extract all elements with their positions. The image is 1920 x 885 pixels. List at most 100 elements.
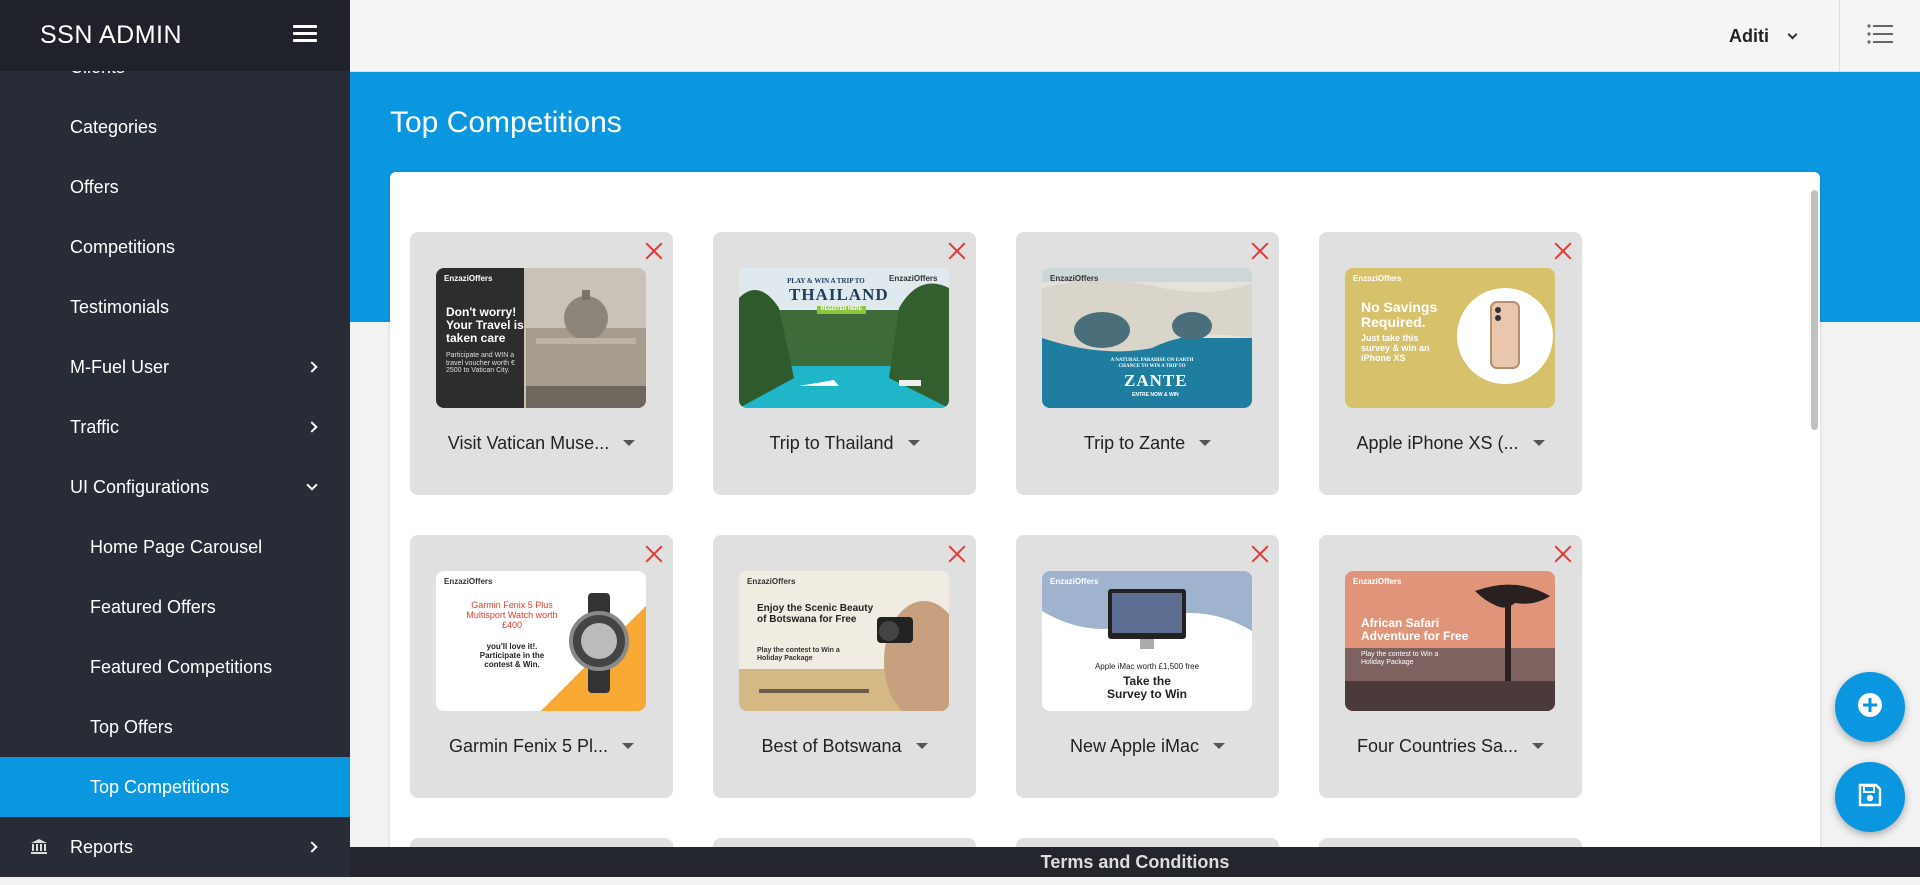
competition-card[interactable]: EnzaziOffers African Safari Adventure fo… — [1319, 535, 1582, 798]
brand-logo: SSN ADMIN — [40, 21, 183, 49]
sidebar-item-label: Top Competitions — [90, 776, 230, 797]
sidebar-item-traffic[interactable]: Traffic — [0, 397, 350, 457]
competition-card[interactable]: EnzaziOffers Don't worry! Your Travel is… — [410, 232, 673, 495]
sidebar-item-top-offers[interactable]: Top Offers — [0, 697, 350, 757]
competition-select[interactable]: Trip to Thailand — [713, 428, 976, 458]
caret-down-icon — [1532, 743, 1545, 749]
user-menu[interactable]: Aditi — [1729, 0, 1816, 72]
bank-icon — [30, 838, 48, 856]
sidebar-item-categories[interactable]: Categories — [0, 97, 350, 157]
sidebar-item-ui-configurations[interactable]: UI Configurations — [0, 457, 350, 517]
sidebar-item-label: Featured Competitions — [90, 656, 273, 677]
sidebar-item-label: Top Offers — [90, 716, 173, 737]
competition-select[interactable]: Trip to Zante — [1016, 428, 1279, 458]
banner-headline: No Savings Required. — [1361, 299, 1438, 331]
caret-down-icon — [623, 440, 636, 446]
watch-graphic — [569, 593, 629, 693]
sidebar-item-reports[interactable]: Reports — [0, 817, 350, 877]
sidebar-item-label: Competitions — [70, 236, 176, 257]
terms-link[interactable]: Terms and Conditions — [1041, 852, 1230, 873]
banner-body: THAILAND — [789, 285, 889, 304]
sidebar-item-label: Reports — [70, 836, 134, 857]
banner-body: ZANTE — [1124, 371, 1188, 390]
competition-card[interactable]: EnzaziOffers Apple iMac worth £1,500 fre… — [1016, 535, 1279, 798]
competition-select[interactable]: Four Countries Sa... — [1319, 731, 1582, 761]
banner-body: Just take this survey & win an iPhone XS — [1361, 333, 1430, 363]
caret-down-icon — [622, 743, 635, 749]
competition-select[interactable]: Visit Vatican Muse... — [410, 428, 673, 458]
competition-card[interactable]: EnzaziOffers A NATURAL PARADISE ON EARTH… — [1016, 232, 1279, 495]
competition-select[interactable]: Best of Botswana — [713, 731, 976, 761]
close-icon[interactable] — [643, 543, 665, 565]
banner-headline: Apple iMac worth £1,500 free — [1094, 662, 1200, 671]
banner-cta: REGISTER HERE — [817, 306, 866, 314]
close-icon[interactable] — [643, 240, 665, 262]
sidebar-item-top-competitions[interactable]: Top Competitions — [0, 757, 350, 817]
competition-select[interactable]: Apple iPhone XS (... — [1319, 428, 1582, 458]
competition-card[interactable]: EnzaziOffers Enjoy the Scenic Beauty of … — [713, 535, 976, 798]
competition-card[interactable]: EnzaziOffers PLAY & WIN A TRIP TO THAILA… — [713, 232, 976, 495]
close-icon[interactable] — [1552, 240, 1574, 262]
banner-headline: A NATURAL PARADISE ON EARTH CHANCE TO WI… — [1110, 358, 1194, 369]
sidebar-item-label: Featured Offers — [90, 596, 216, 617]
sidebar-item-mfuel-user[interactable]: M-Fuel User — [0, 337, 350, 397]
header-divider — [1839, 0, 1840, 72]
chevron-right-icon — [306, 841, 318, 853]
sidebar-item-label: Traffic — [70, 416, 120, 437]
caret-down-icon — [907, 440, 920, 446]
competition-banner: EnzaziOffers African Safari Adventure fo… — [1345, 571, 1555, 711]
competition-card[interactable]: EnzaziOffers No Savings Required. Just t… — [1319, 232, 1582, 495]
sidebar-nav: Clients Categories Offers Competitions T… — [0, 37, 350, 877]
competition-card[interactable]: EnzaziOffers Garmin Fenix 5 Plus Multisp… — [410, 535, 673, 798]
banner-brand: EnzaziOffers — [444, 577, 493, 586]
banner-brand: EnzaziOffers — [444, 274, 493, 283]
caret-down-icon — [1213, 743, 1226, 749]
competition-select[interactable]: Garmin Fenix 5 Pl... — [410, 731, 673, 761]
chevron-right-icon — [306, 361, 318, 373]
sidebar-item-home-page-carousel[interactable]: Home Page Carousel — [0, 517, 350, 577]
sidebar-item-featured-offers[interactable]: Featured Offers — [0, 577, 350, 637]
competition-banner: EnzaziOffers A NATURAL PARADISE ON EARTH… — [1042, 268, 1252, 408]
competition-banner: EnzaziOffers Apple iMac worth £1,500 fre… — [1042, 571, 1252, 711]
sidebar-item-label: Home Page Carousel — [90, 536, 263, 557]
sidebar-item-featured-competitions[interactable]: Featured Competitions — [0, 637, 350, 697]
competition-banner: EnzaziOffers Don't worry! Your Travel is… — [436, 268, 646, 408]
banner-body: Play the contest to Win a Holiday Packag… — [1361, 651, 1439, 666]
list-icon[interactable] — [1867, 23, 1893, 45]
main-content: Top Competitions EnzaziOffers Don't worr… — [350, 72, 1920, 872]
sidebar-item-competitions[interactable]: Competitions — [0, 217, 350, 277]
save-icon — [1858, 783, 1882, 812]
sidebar-item-testimonials[interactable]: Testimonials — [0, 277, 350, 337]
banner-brand: EnzaziOffers — [1353, 577, 1402, 586]
competition-select[interactable]: New Apple iMac — [1016, 731, 1279, 761]
competition-banner: EnzaziOffers Enjoy the Scenic Beauty of … — [739, 571, 949, 711]
sidebar: Clients Categories Offers Competitions T… — [0, 0, 350, 885]
banner-headline: African Safari Adventure for Free — [1361, 616, 1469, 644]
banner-brand: EnzaziOffers — [1353, 274, 1402, 283]
close-icon[interactable] — [1552, 543, 1574, 565]
close-icon[interactable] — [946, 543, 968, 565]
banner-brand: EnzaziOffers — [747, 577, 796, 586]
add-button[interactable] — [1835, 672, 1905, 742]
banner-headline: Enjoy the Scenic Beauty of Botswana for … — [757, 603, 874, 625]
save-button[interactable] — [1835, 762, 1905, 832]
sidebar-item-label: UI Configurations — [70, 476, 210, 497]
brand-bar: SSN ADMIN — [0, 0, 350, 71]
close-icon[interactable] — [1249, 543, 1271, 565]
caret-down-icon — [915, 743, 928, 749]
close-icon[interactable] — [1249, 240, 1271, 262]
plus-circle-icon — [1857, 692, 1883, 723]
scrollbar-thumb[interactable] — [1811, 190, 1818, 430]
chevron-down-icon — [1787, 29, 1798, 39]
page-title: Top Competitions — [390, 106, 622, 139]
caret-down-icon — [1199, 440, 1212, 446]
sidebar-item-offers[interactable]: Offers — [0, 157, 350, 217]
top-header: Aditi — [350, 0, 1920, 72]
close-icon[interactable] — [946, 240, 968, 262]
banner-brand: EnzaziOffers — [1050, 274, 1099, 283]
banner-body: Take the Survey to Win — [1107, 674, 1187, 702]
banner-headline: Don't worry! Your Travel is taken care — [446, 305, 524, 346]
banner-brand: EnzaziOffers — [889, 274, 938, 283]
hamburger-icon[interactable] — [293, 25, 317, 43]
banner-brand: EnzaziOffers — [1050, 577, 1099, 586]
